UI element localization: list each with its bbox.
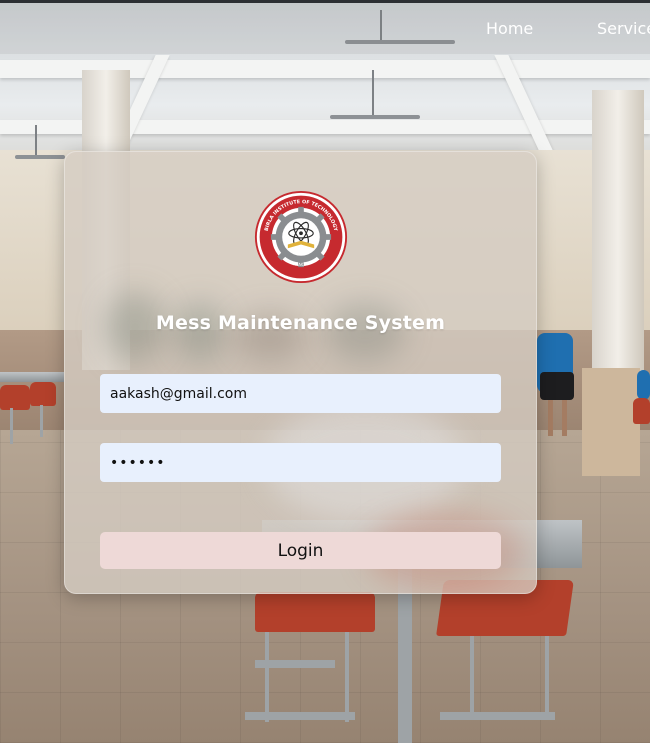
chair	[0, 385, 30, 410]
email-field[interactable]	[100, 374, 501, 413]
ceiling-fan	[330, 115, 420, 119]
page-title: Mess Maintenance System	[155, 312, 446, 334]
top-nav: Home Service	[0, 0, 650, 54]
chair	[30, 382, 56, 406]
person	[540, 372, 574, 400]
ceiling-fan	[15, 155, 65, 159]
password-field[interactable]	[100, 443, 501, 482]
nav-link-service[interactable]: Service	[597, 19, 650, 38]
chair-base	[255, 660, 335, 668]
pillar-base	[582, 368, 640, 476]
chair	[255, 592, 375, 632]
chair-base	[440, 712, 555, 720]
chair-leg	[265, 632, 269, 722]
table-leg	[398, 568, 412, 743]
fan-rod	[372, 70, 374, 115]
institute-logo: BIRLA INSTITUTE OF TECHNOLOGY RANCHI	[254, 190, 348, 284]
login-card: BIRLA INSTITUTE OF TECHNOLOGY RANCHI Mes…	[64, 151, 537, 594]
fan-rod	[35, 125, 37, 155]
pillar	[592, 90, 644, 380]
person-leg	[548, 400, 553, 436]
chair-leg	[40, 405, 43, 437]
person	[637, 370, 650, 400]
chair-base	[245, 712, 355, 720]
login-button[interactable]: Login	[100, 532, 501, 569]
dining-table	[0, 372, 64, 382]
chair-leg	[470, 636, 474, 716]
chair-leg	[345, 632, 349, 722]
chair	[633, 398, 650, 424]
person-leg	[562, 400, 567, 436]
chair-leg	[10, 408, 13, 444]
chair-leg	[545, 636, 549, 716]
nav-link-home[interactable]: Home	[486, 19, 533, 38]
